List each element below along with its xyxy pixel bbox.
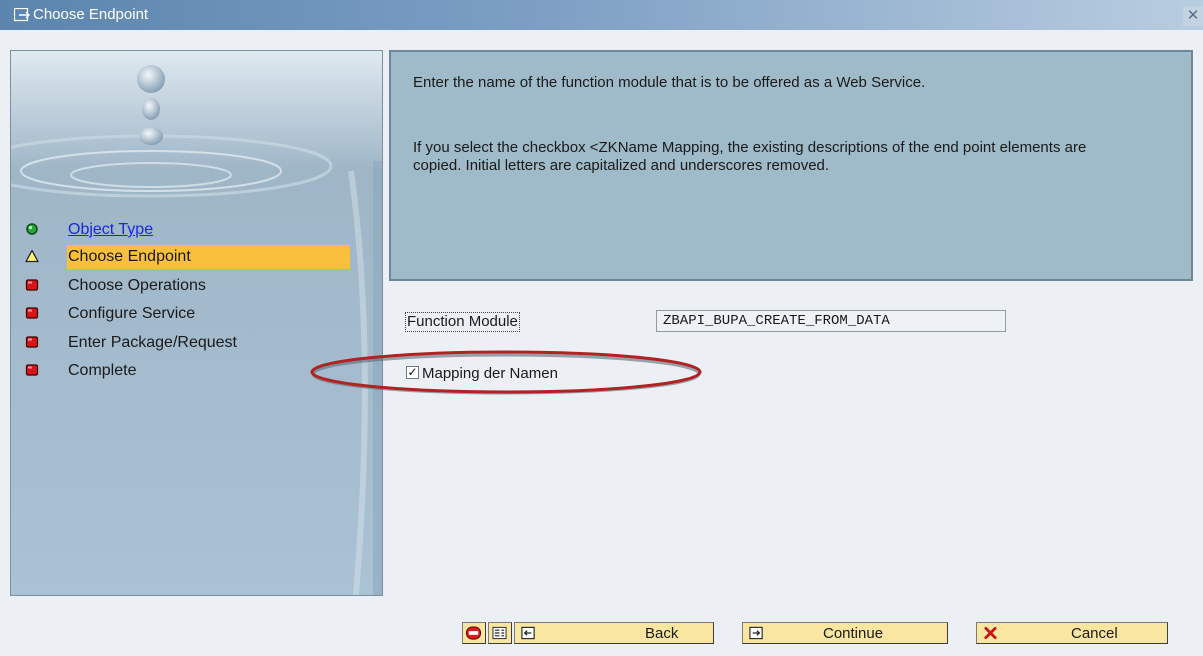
wizard-step-configure-service: Configure Service <box>11 302 371 326</box>
wizard-step-label: Object Type <box>68 221 154 238</box>
function-module-label: Function Module <box>405 312 520 332</box>
back-arrow-icon <box>521 626 535 640</box>
stop-button[interactable] <box>462 622 486 644</box>
checklist-icon <box>492 626 507 640</box>
cancel-button[interactable]: Cancel <box>976 622 1168 644</box>
mapping-checkbox-label: Mapping der Namen <box>422 365 558 382</box>
cancel-button-label: Cancel <box>1071 625 1118 642</box>
checklist-button[interactable] <box>488 622 512 644</box>
green-circle-icon <box>26 223 38 235</box>
window-title: Choose Endpoint <box>33 6 149 23</box>
red-square-icon <box>25 336 39 348</box>
mapping-checkbox[interactable]: ✓ <box>406 366 419 379</box>
function-module-input[interactable]: ZBAPI_BUPA_CREATE_FROM_DATA <box>656 310 1006 332</box>
red-square-icon <box>25 307 39 319</box>
continue-button-label: Continue <box>823 625 884 642</box>
help-paragraph-1: Enter the name of the function module th… <box>413 74 926 91</box>
back-button[interactable]: Back <box>514 622 714 644</box>
title-bar: Choose Endpoint ✕ <box>0 0 1203 30</box>
back-button-label: Back <box>645 625 679 642</box>
stop-icon <box>466 626 481 640</box>
help-paragraph-2: If you select the checkbox <ZKName Mappi… <box>413 139 1087 174</box>
wizard-step-label: Enter Package/Request <box>68 334 237 351</box>
forward-arrow-icon <box>749 626 763 640</box>
window-icon <box>14 8 30 22</box>
cancel-x-icon <box>984 626 997 640</box>
close-button[interactable]: ✕ <box>1183 6 1203 26</box>
red-square-icon <box>25 279 39 291</box>
wizard-step-label: Complete <box>68 362 137 379</box>
wizard-step-choose-endpoint: Choose Endpoint <box>11 245 371 269</box>
yellow-triangle-icon <box>25 249 39 263</box>
red-square-icon <box>25 364 39 376</box>
wizard-step-label: Configure Service <box>68 305 196 322</box>
wizard-step-label: Choose Endpoint <box>68 248 191 265</box>
help-text-panel: Enter the name of the function module th… <box>389 50 1193 281</box>
continue-button[interactable]: Continue <box>742 622 948 644</box>
wizard-steps-panel: Object Type Choose Endpoint Choose Opera… <box>10 50 383 596</box>
wizard-step-choose-operations: Choose Operations <box>11 274 371 298</box>
wizard-step-object-type[interactable]: Object Type <box>11 218 371 242</box>
dialog-window: Choose Endpoint ✕ Object Type Choose End… <box>0 0 1203 656</box>
wizard-step-label: Choose Operations <box>68 277 206 294</box>
